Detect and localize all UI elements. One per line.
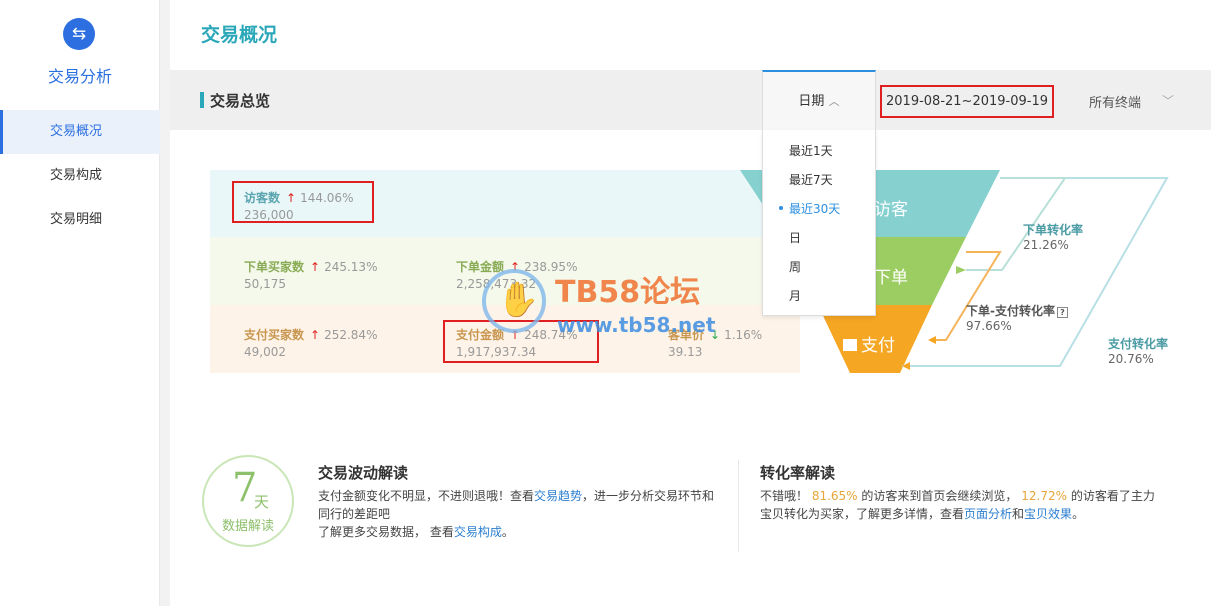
help-icon[interactable]: ?	[1056, 307, 1068, 318]
arrow-up-icon: ↑	[310, 328, 321, 342]
section-accent	[200, 92, 204, 108]
metric-label: 支付买家数	[244, 328, 305, 342]
option-day[interactable]: 日	[789, 229, 801, 246]
date-dropdown-menu: 最近1天 最近7天 最近30天 日 周 月	[762, 130, 876, 316]
pay-rate-label: 支付转化率	[1108, 337, 1169, 351]
order-pay-rate-value: 97.66%	[966, 319, 1012, 333]
option-last-7-days[interactable]: 最近7天	[789, 171, 833, 188]
funnel-pay-text: 支付	[861, 336, 895, 356]
funnel-order-label: 下单	[874, 268, 908, 288]
metric-value: 49,002	[244, 345, 286, 359]
order-rate-value: 21.26%	[1023, 238, 1069, 252]
conversion-read-text: 不错哦！ 81.65% 的访客来到首页会继续浏览， 12.72% 的访客看了主力…	[760, 489, 1155, 521]
section-title: 交易总览	[210, 92, 271, 110]
funnel-visitor-label: 访客	[874, 200, 908, 220]
link-item-effect[interactable]: 宝贝效果	[1024, 507, 1072, 521]
date-dropdown-label: 日期	[798, 94, 825, 109]
sidebar: ⇆ 交易分析 交易概况 交易构成 交易明细	[0, 0, 160, 606]
page-title: 交易概况	[201, 24, 278, 46]
metric-value: 50,175	[244, 277, 286, 291]
highlight-box	[232, 181, 374, 223]
metric-label: 下单买家数	[244, 260, 305, 274]
badge-unit: 天	[254, 493, 270, 511]
funnel-pay-label: 支付	[843, 331, 895, 356]
section-bar	[170, 70, 1211, 130]
card-icon	[843, 339, 857, 351]
date-dropdown[interactable]: 日期 ︿	[762, 70, 876, 130]
selected-dot-icon	[779, 206, 783, 210]
option-month[interactable]: 月	[789, 287, 801, 304]
terminal-select[interactable]: 所有终端	[1089, 92, 1141, 111]
chevron-down-icon[interactable]: ﹀	[1162, 92, 1174, 109]
option-week[interactable]: 周	[789, 258, 801, 275]
badge-text: 数据解读	[221, 519, 274, 534]
metric-order-buyers: 下单买家数 ↑ 245.13% 50,175	[244, 258, 377, 291]
sidebar-title: 交易分析	[47, 67, 112, 86]
fluctuation-text: 支付金额变化不明显，不进则退哦！查看交易趋势，进一步分析交易环节和 同行的差距吧…	[318, 489, 715, 539]
arrow-up-icon: ↑	[310, 260, 321, 274]
fluctuation-title: 交易波动解读	[318, 464, 409, 482]
chevron-up-icon: ︿	[828, 95, 840, 108]
hand-icon: ✋	[497, 280, 540, 320]
pay-rate-value: 20.76%	[1108, 352, 1154, 366]
seven-day-badge: 7 天 数据解读	[202, 455, 294, 547]
metric-pay-buyers: 支付买家数 ↑ 252.84% 49,002	[244, 326, 377, 359]
watermark-url: www.tb58.net	[557, 313, 716, 337]
metric-label: 下单金额	[456, 260, 505, 274]
watermark-text: TB58论坛	[555, 275, 701, 310]
conversion-read-title: 转化率解读	[760, 464, 836, 482]
metric-pct: 245.13%	[324, 260, 378, 274]
option-last-30-days[interactable]: 最近30天	[789, 200, 840, 217]
link-trade-trend[interactable]: 交易趋势	[534, 489, 582, 503]
option-last-1-day[interactable]: 最近1天	[789, 142, 833, 159]
sidebar-item-overview[interactable]: 交易概况	[0, 110, 160, 154]
exchange-icon: ⇆	[63, 18, 95, 50]
divider	[738, 460, 739, 552]
date-range-display[interactable]: 2019-08-21~2019-09-19	[880, 85, 1054, 118]
sidebar-item-detail[interactable]: 交易明细	[0, 198, 160, 242]
link-trade-composition[interactable]: 交易构成	[454, 525, 502, 539]
order-pay-rate-text: 下单-支付转化率	[966, 304, 1055, 318]
link-page-analysis[interactable]: 页面分析	[964, 507, 1012, 521]
order-pay-rate-label: 下单-支付转化率?	[966, 302, 1068, 319]
metric-pct: 252.84%	[324, 328, 378, 342]
order-rate-label: 下单转化率	[1023, 223, 1084, 237]
sidebar-item-composition[interactable]: 交易构成	[0, 154, 160, 198]
